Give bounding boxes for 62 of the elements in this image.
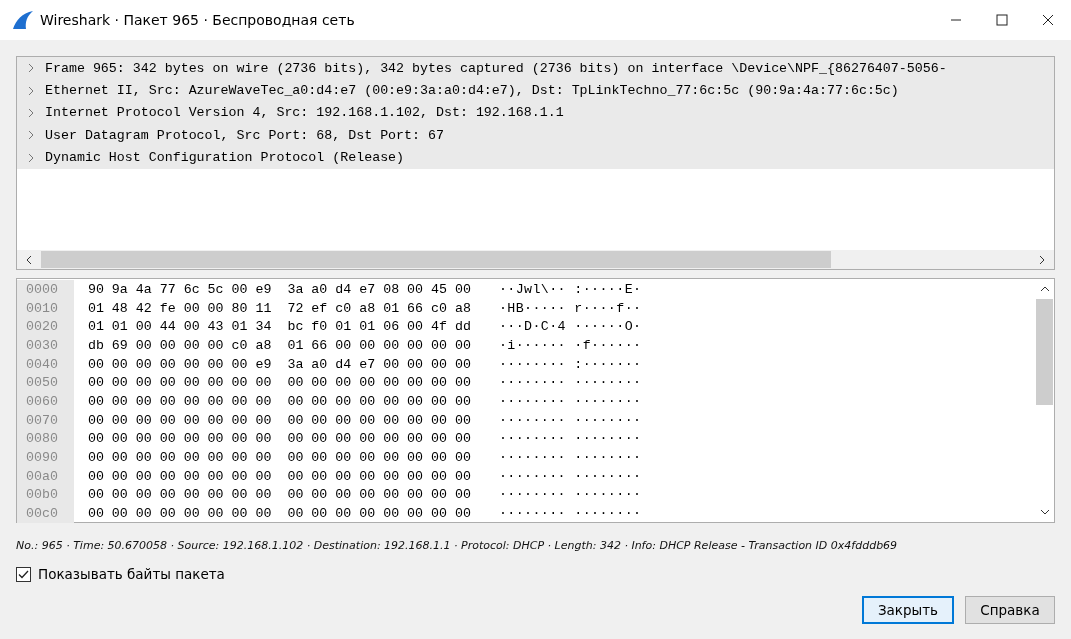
hex-bytes: db 69 00 00 00 00 c0 a8 01 66 00 00 00 00 00 00 bbox=[87, 337, 471, 353]
hex-bytes: 00 00 00 00 00 00 00 00 00 00 00 00 00 00 00 00 bbox=[87, 375, 471, 391]
hex-bytes: 00 00 00 00 00 00 00 00 00 00 00 00 00 00 00 00 bbox=[87, 450, 471, 466]
chevron-right-icon[interactable] bbox=[27, 152, 35, 163]
scrollbar-thumb[interactable] bbox=[1036, 299, 1053, 405]
tree-item-label: Frame 965: 342 bytes on wire (2736 bits), 342 bytes captured (2736 bits) on interface \Device\NPF_{86276407-5056- bbox=[45, 60, 947, 76]
tree-item[interactable]: User Datagram Protocol, Src Port: 68, Dst Port: 67 bbox=[17, 124, 1054, 147]
byte-offset: 0060 bbox=[17, 392, 74, 411]
byte-offset: 00c0 bbox=[17, 504, 74, 523]
tree-item[interactable]: Dynamic Host Configuration Protocol (Release) bbox=[17, 146, 1054, 169]
ascii-bytes: ········ ········ bbox=[498, 431, 642, 447]
ascii-bytes: ········ :······· bbox=[498, 356, 642, 372]
ascii-bytes: ··Jwl\·· :·····E· bbox=[498, 281, 642, 297]
scroll-up-icon[interactable] bbox=[1039, 285, 1050, 293]
horizontal-scrollbar[interactable] bbox=[17, 250, 1054, 269]
scroll-left-icon[interactable] bbox=[25, 254, 33, 265]
shark-fin-icon bbox=[12, 10, 34, 30]
byte-offset: 0020 bbox=[17, 317, 74, 337]
dialog-button[interactable]: Справка bbox=[965, 596, 1055, 624]
chevron-right-icon[interactable] bbox=[27, 130, 35, 141]
scroll-down-icon[interactable] bbox=[1039, 508, 1050, 516]
ascii-bytes: ········ ········ bbox=[498, 506, 642, 522]
byte-offset: 0050 bbox=[17, 373, 74, 393]
checkbox-label: Показывать байты пакета bbox=[38, 566, 225, 582]
ascii-bytes: ········ ········ bbox=[498, 450, 642, 466]
tree-item-label: Dynamic Host Configuration Protocol (Release) bbox=[45, 150, 405, 166]
chevron-right-icon[interactable] bbox=[27, 63, 35, 74]
hex-bytes: 01 48 42 fe 00 00 80 11 72 ef c0 a8 01 66 c0 a8 bbox=[87, 300, 471, 316]
hex-bytes: 01 01 00 44 00 43 01 34 bc f0 01 01 06 00 4f dd bbox=[87, 319, 471, 335]
window-title: Wireshark · Пакет 965 · Беспроводная сеть bbox=[40, 12, 356, 28]
byte-offset: 0000 bbox=[17, 280, 74, 299]
show-bytes-checkbox[interactable] bbox=[16, 566, 31, 582]
tree-item[interactable]: Internet Protocol Version 4, Src: 192.168.1.102, Dst: 192.168.1.1 bbox=[17, 101, 1054, 125]
scroll-right-icon[interactable] bbox=[1038, 254, 1046, 265]
packet-summary: No.: 965 · Time: 50.670058 · Source: 192.168.1.102 · Destination: 192.168.1.1 · Protocol: DHCP · Length: 342 · Info: DHCP Release - Transaction ID 0x4fdddb69 bbox=[16, 539, 899, 552]
tree-item-label: Internet Protocol Version 4, Src: 192.168.1.102, Dst: 192.168.1.1 bbox=[45, 105, 564, 121]
hex-bytes: 00 00 00 00 00 00 00 e9 3a a0 d4 e7 00 00 00 00 bbox=[87, 356, 471, 372]
ascii-bytes: ········ ········ bbox=[498, 468, 642, 484]
chevron-right-icon[interactable] bbox=[27, 107, 35, 118]
byte-offset: 0030 bbox=[17, 336, 74, 355]
hex-bytes: 90 9a 4a 77 6c 5c 00 e9 3a a0 d4 e7 08 00 45 00 bbox=[87, 281, 471, 297]
scrollbar-thumb[interactable] bbox=[41, 251, 831, 268]
ascii-bytes: ········ ········ bbox=[498, 487, 642, 503]
ascii-bytes: ········ ········ bbox=[498, 412, 642, 428]
hex-bytes: 00 00 00 00 00 00 00 00 00 00 00 00 00 00 00 00 bbox=[87, 431, 471, 447]
tree-item[interactable]: Frame 965: 342 bytes on wire (2736 bits), 342 bytes captured (2736 bits) on interface \Device\NPF_{86276407-5056- bbox=[17, 57, 1054, 80]
tree-item-label: User Datagram Protocol, Src Port: 68, Dst Port: 67 bbox=[45, 127, 444, 143]
chevron-right-icon[interactable] bbox=[27, 85, 35, 96]
ascii-bytes: ···D·C·4 ······O· bbox=[498, 319, 642, 335]
hex-bytes: 00 00 00 00 00 00 00 00 00 00 00 00 00 00 00 00 bbox=[87, 468, 471, 484]
tree-item[interactable]: Ethernet II, Src: AzureWaveTec_a0:d4:e7 (00:e9:3a:a0:d4:e7), Dst: TpLinkTechno_77:6c:5c (90:9a:4a:77:6c:5c) bbox=[17, 79, 1054, 102]
ascii-bytes: ·HB····· r····f·· bbox=[498, 300, 642, 316]
hex-bytes: 00 00 00 00 00 00 00 00 00 00 00 00 00 00 00 00 bbox=[87, 506, 471, 522]
ascii-bytes: ·i······ ·f······ bbox=[498, 337, 642, 353]
hex-bytes: 00 00 00 00 00 00 00 00 00 00 00 00 00 00 00 00 bbox=[87, 412, 471, 428]
hex-bytes: 00 00 00 00 00 00 00 00 00 00 00 00 00 00 00 00 bbox=[87, 393, 471, 409]
byte-offset: 0090 bbox=[17, 448, 74, 467]
ascii-bytes: ········ ········ bbox=[498, 375, 642, 391]
tree-item-label: Ethernet II, Src: AzureWaveTec_a0:d4:e7 (00:e9:3a:a0:d4:e7), Dst: TpLinkTechno_77:6c:5c (90:9a:4a:77:6c:5c) bbox=[45, 83, 899, 99]
hex-bytes: 00 00 00 00 00 00 00 00 00 00 00 00 00 00 00 00 bbox=[87, 487, 471, 503]
dialog-button[interactable]: Закрыть bbox=[862, 596, 954, 624]
ascii-bytes: ········ ········ bbox=[498, 393, 642, 409]
